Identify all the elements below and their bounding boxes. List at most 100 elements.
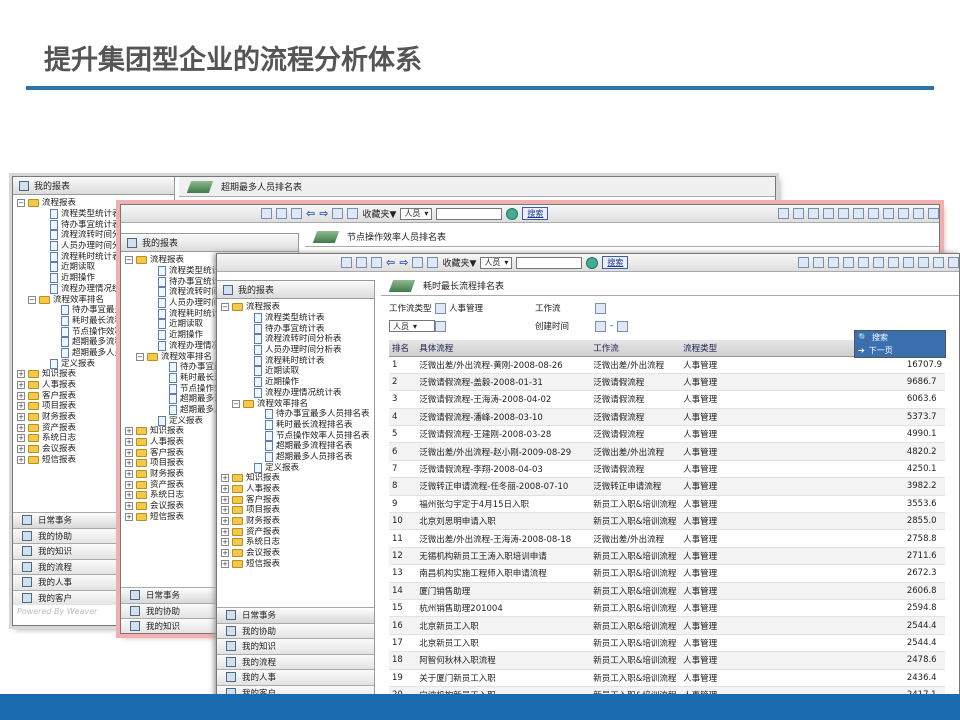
calendar-icon[interactable] [595,320,606,332]
tree-node[interactable]: + 系统日志 [221,537,374,548]
document-icon[interactable] [873,257,884,268]
expand-icon[interactable]: + [125,427,133,436]
search-input[interactable] [516,256,583,269]
expand-icon[interactable]: + [221,474,229,483]
expand-icon[interactable]: + [17,402,25,411]
expand-icon[interactable]: + [221,538,229,547]
expand-icon[interactable]: + [17,413,25,422]
collapse-icon[interactable]: − [28,295,36,304]
expand-icon[interactable]: + [221,549,229,558]
mail-icon[interactable] [828,257,839,268]
tree-node[interactable]: 待办事宜最多人员排名表 [221,409,374,420]
home-icon[interactable] [412,257,424,268]
expand-icon[interactable]: + [221,485,229,494]
browse-icon[interactable] [595,302,606,314]
table-row[interactable]: 9 福州张匀宇定于4月15日入职 新员工入职&培训流程 人事管理 3553.6 [389,495,945,514]
action-menu[interactable]: 🔍 搜索 ➔ 下一页 [854,330,946,358]
my-reports-tab[interactable]: 我的报表 [217,281,374,299]
tree-node[interactable]: 人员办理时间分析表 [221,345,374,356]
table-row[interactable]: 2 泛微请假流程-盖毅-2008-01-31 泛微请假流程 人事管理 9686.7 [389,373,945,392]
expand-icon[interactable]: + [221,495,229,504]
table-row[interactable]: 6 泛微出差/外出流程-赵小刚-2009-08-29 泛微出差/外出流程 人事管理 48… [389,442,945,461]
calendar-icon[interactable] [843,257,854,268]
table-row[interactable]: 14 厦门销售助理 新员工入职&培训流程 人事管理 2606.8 [389,582,945,600]
back-arrow-icon[interactable]: ⇦ [306,207,315,220]
expand-icon[interactable]: + [221,559,229,568]
tree-node[interactable]: + 人事报表 [221,484,374,495]
print-icon[interactable] [427,257,439,268]
collapse-icon[interactable]: − [136,352,144,361]
table-row[interactable]: 13 南昌机构实施工程师入职申请流程 新员工入职&培训流程 人事管理 2672.3 [389,564,945,583]
user-icon[interactable] [868,208,879,219]
help-icon[interactable] [948,257,959,268]
home-icon[interactable] [778,208,789,219]
document-icon[interactable] [853,208,864,219]
expand-icon[interactable]: + [125,448,133,457]
layout-icon[interactable] [261,208,272,219]
chart-icon[interactable] [903,257,914,268]
module-item[interactable]: 我的协助 [217,622,374,638]
tree-node[interactable]: 节点操作效率人员排名表 [221,430,374,441]
group-icon[interactable] [898,208,909,219]
edit-icon[interactable] [838,208,849,219]
tree-node[interactable]: 超期最多人员排名表 [221,451,374,463]
tree-node[interactable]: + 客户报表 [221,494,374,505]
expand-icon[interactable]: + [125,512,133,521]
column-header[interactable]: 具体流程 [416,340,591,357]
tree-node[interactable]: 流程类型统计表 [221,313,374,324]
help-icon[interactable] [928,208,939,219]
module-item[interactable]: 我的知识 [217,638,374,654]
print-icon[interactable] [347,208,359,219]
table-row[interactable]: 7 泛微请假流程-李翔-2008-04-03 泛微请假流程 人事管理 4250.1 [389,460,945,479]
group-icon[interactable] [918,257,929,268]
calendar-icon[interactable] [823,208,834,219]
tree-node[interactable]: 待办事宜统计表 [221,323,374,334]
expand-icon[interactable]: + [221,506,229,515]
expand-icon[interactable]: + [17,445,25,454]
alert-icon[interactable] [793,208,804,219]
table-row[interactable]: 12 无锡机构新员工王涛入职培训申请 新员工入职&培训流程 人事管理 2711.6 [389,547,945,566]
refresh-icon[interactable] [291,208,302,219]
module-item[interactable]: 日常事务 [217,607,374,623]
tree-node[interactable]: − 流程效率排名 [221,398,374,409]
table-row[interactable]: 1 泛微出差/外出流程-黄刚-2008-08-26 泛微出差/外出流程 人事管理 167… [389,356,945,374]
menu-search[interactable]: 🔍 搜索 [855,331,945,344]
refresh-icon[interactable] [371,257,382,268]
table-row[interactable]: 10 北京刘思明申请入职 新员工入职&培训流程 人事管理 2855.0 [389,512,945,531]
table-row[interactable]: 4 泛微请假流程-潘峰-2008-03-10 泛微请假流程 人事管理 5373.7 [389,408,945,427]
expand-icon[interactable]: + [17,391,25,400]
tree-node[interactable]: 近期读取 [221,366,374,377]
tree-node[interactable]: + 短信报表 [221,559,374,570]
table-row[interactable]: 3 泛微请假流程-王海涛-2008-04-02 泛微请假流程 人事管理 6063.6 [389,390,945,409]
user-icon[interactable] [888,257,899,268]
my-reports-tab[interactable]: 我的报表 [13,177,174,195]
module-item[interactable]: 我的流程 [217,653,374,669]
browse-icon[interactable] [435,302,446,314]
expand-icon[interactable]: + [125,459,133,468]
tree-node[interactable]: + 项目报表 [221,505,374,516]
tree-node[interactable]: + 会议报表 [221,548,374,559]
go-icon[interactable] [506,207,519,220]
expand-icon[interactable]: + [221,517,229,526]
forward-arrow-icon[interactable]: ⇨ [319,207,328,220]
tree-node[interactable]: + 知识报表 [221,473,374,484]
tree-node[interactable]: + 财务报表 [221,516,374,527]
table-row[interactable]: 15 杭州销售助理201004 新员工入职&培训流程 人事管理 2594.8 [389,599,945,618]
expand-icon[interactable]: + [17,370,25,379]
expand-icon[interactable]: + [17,434,25,443]
collapse-icon[interactable]: − [17,199,25,208]
search-input[interactable] [436,207,503,220]
edit-icon[interactable] [858,257,869,268]
expand-icon[interactable]: + [17,455,25,464]
table-row[interactable]: 17 北京新员工入职 新员工入职&培训流程 人事管理 2544.4 [389,634,945,653]
home-icon[interactable] [332,208,344,219]
tree-node[interactable]: 耗时最长流程排名表 [221,419,374,431]
collapse-icon[interactable]: − [232,399,240,408]
back-arrow-icon[interactable]: ⇦ [386,256,395,269]
expand-icon[interactable]: + [221,527,229,536]
collapse-icon[interactable]: − [125,256,133,265]
go-icon[interactable] [586,256,599,269]
calendar-icon[interactable] [617,320,629,332]
forward-arrow-icon[interactable]: ⇨ [399,256,408,269]
expand-icon[interactable]: + [125,502,133,511]
